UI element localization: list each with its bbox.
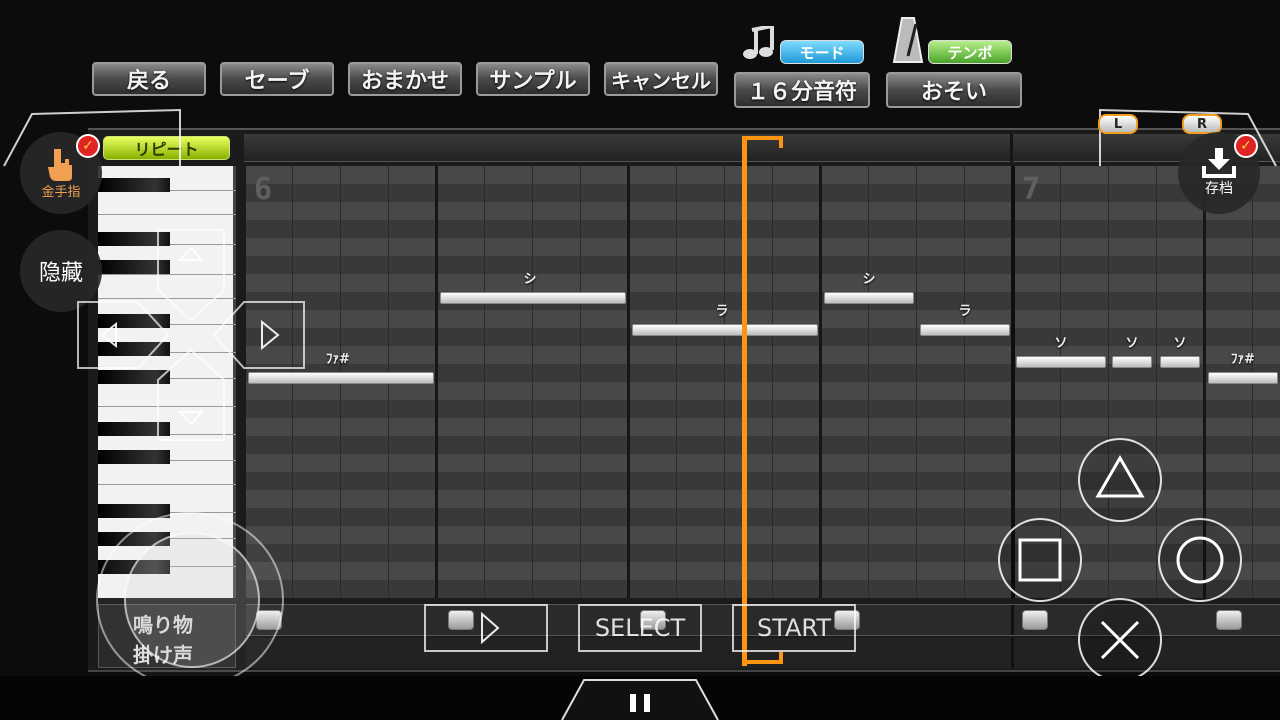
pause-tab[interactable]	[560, 678, 720, 720]
tempo-select[interactable]: おそい	[886, 72, 1022, 108]
note-label: ラ	[958, 304, 972, 319]
start-button[interactable]: START	[732, 604, 856, 652]
note-label: ラ	[715, 304, 729, 319]
dpad-up	[157, 229, 225, 322]
bar-number: 6	[254, 172, 273, 207]
r-tag: R	[1182, 114, 1222, 134]
square-button[interactable]	[998, 518, 1082, 602]
note-block[interactable]	[440, 292, 626, 304]
note-block[interactable]	[824, 292, 914, 304]
note-label: ﾌｧ#	[1231, 352, 1255, 367]
drum-icon	[1022, 610, 1048, 630]
note-label: ﾌｧ#	[326, 352, 350, 367]
mode-select[interactable]: １６分音符	[734, 72, 870, 108]
note-label: シ	[523, 272, 537, 287]
playhead[interactable]	[742, 136, 747, 666]
playhead-marker-top	[747, 136, 783, 148]
analog-stick-base[interactable]	[96, 512, 284, 688]
sample-button[interactable]: サンプル	[476, 62, 590, 96]
note-label: ソ	[1173, 336, 1187, 351]
note-block[interactable]	[1112, 356, 1152, 368]
note-label: ソ	[1054, 336, 1068, 351]
note-label: ソ	[1125, 336, 1139, 351]
cross-icon	[1100, 620, 1140, 660]
analog-stick-knob[interactable]	[124, 532, 260, 668]
note-block[interactable]	[632, 324, 818, 336]
pause-icon	[630, 694, 636, 712]
play-button[interactable]	[424, 604, 548, 652]
hand-pointer-icon	[48, 148, 72, 181]
l-tag: L	[1098, 114, 1138, 134]
download-icon	[1202, 148, 1236, 178]
note-block[interactable]	[1160, 356, 1200, 368]
circle-button[interactable]	[1158, 518, 1242, 602]
note-block[interactable]	[1208, 372, 1278, 384]
note-block[interactable]	[920, 324, 1010, 336]
dpad-left	[77, 301, 170, 369]
note-block[interactable]	[1016, 356, 1106, 368]
auto-button[interactable]: おまかせ	[348, 62, 462, 96]
metronome-icon	[892, 17, 924, 63]
select-button[interactable]: SELECT	[578, 604, 702, 652]
check-badge-icon: ✓	[1234, 134, 1258, 158]
save-button[interactable]: セーブ	[220, 62, 334, 96]
tempo-tag: テンポ	[928, 40, 1012, 64]
dpad[interactable]	[76, 220, 306, 450]
note-label: シ	[862, 272, 876, 287]
playhead-marker-bottom	[747, 652, 783, 664]
square-icon	[1018, 538, 1062, 582]
back-button[interactable]: 戻る	[92, 62, 206, 96]
dpad-right	[212, 301, 305, 369]
bar-number: 7	[1022, 172, 1041, 207]
cross-button[interactable]	[1078, 598, 1162, 682]
circle-icon	[1176, 536, 1224, 584]
triangle-button[interactable]	[1078, 438, 1162, 522]
check-badge-icon: ✓	[76, 134, 100, 158]
gold-finger-label: 金手指	[41, 184, 81, 200]
cancel-button[interactable]: キャンセル	[604, 62, 718, 96]
dpad-down	[157, 348, 225, 441]
music-note-icon	[743, 26, 774, 59]
triangle-icon	[1095, 455, 1145, 498]
mode-tag: モード	[780, 40, 864, 64]
play-icon	[481, 611, 500, 645]
save-state-label: 存档	[1205, 181, 1233, 197]
drum-icon	[1216, 610, 1242, 630]
